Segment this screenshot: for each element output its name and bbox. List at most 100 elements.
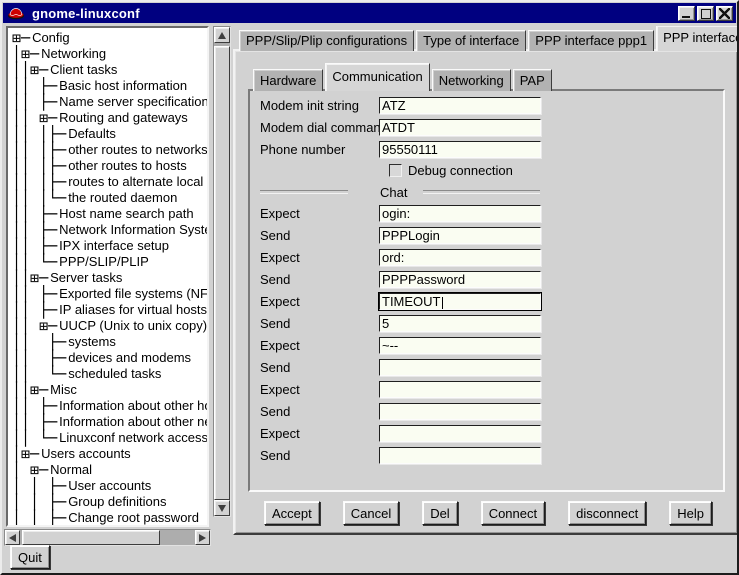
tree-item-devices-and-modems[interactable]: ││ ├─devices and modems [12,350,207,366]
vertical-scrollbar-thumb[interactable] [214,46,230,500]
subtab-1-communication[interactable]: Communication [325,63,429,91]
maximize-button[interactable] [697,6,714,21]
tree-item-scheduled-tasks[interactable]: ││ └─scheduled tasks [12,366,207,382]
tab-0-ppp-slip-plip-configurations[interactable]: PPP/Slip/Plip configurations [239,30,414,51]
send-input-11[interactable] [379,447,541,464]
tree-item-name-server-specification[interactable]: ││ ├─Name server specification ( [12,94,207,110]
tree-horizontal-scrollbar[interactable] [4,529,211,546]
tree-item-uucp-unix-to-unix-copy[interactable]: ││ ⊞─UUCP (Unix to unix copy) [12,318,207,334]
tree-item-label: other routes to networks [66,142,207,158]
tree-vertical-scrollbar[interactable] [213,26,231,517]
chat-row: Send [260,403,723,420]
tree-item-client-tasks[interactable]: ││⊞─Client tasks [12,62,207,78]
tree-connector: ││ ├─ [12,398,57,414]
scroll-left-button[interactable] [5,530,20,545]
tree-item-information-about-other-host[interactable]: ││ ├─Information about other host [12,398,207,414]
tree-connector: ││ ├─ [12,94,57,110]
send-label: Send [260,360,379,375]
disconnect-button[interactable]: disconnect [568,501,646,525]
send-input-7[interactable] [379,359,541,376]
send-input-9[interactable] [379,403,541,420]
tree-item-label: devices and modems [66,350,191,366]
tree-item-systems[interactable]: ││ ├─systems [12,334,207,350]
phone-number-input[interactable]: 95550111 [379,141,541,158]
send-input-5[interactable]: 5 [379,315,541,332]
tree-item-label: PPP/SLIP/PLIP [57,254,149,270]
chat-section-label: Chat [380,185,407,200]
expect-input-2[interactable]: ord: [379,249,541,266]
expect-input-10[interactable] [379,425,541,442]
minimize-button[interactable] [678,6,695,21]
tree-item-label: Server tasks [48,270,122,286]
chat-script-rows: Expectogin:SendPPPLoginExpectord:SendPPP… [260,205,723,464]
tab-3-ppp-interface-ppp1[interactable]: PPP interface ppp1 [656,26,739,51]
debug-connection-checkbox[interactable] [389,164,402,177]
tree-item-change-root-password[interactable]: │ │ ├─Change root password [12,510,207,526]
expect-label: Expect [260,294,379,309]
tree-connector: │⊞─ [12,46,39,62]
expect-input-6[interactable]: ~-- [379,337,541,354]
tree-item-server-tasks[interactable]: ││⊞─Server tasks [12,270,207,286]
chat-row: Send [260,447,723,464]
tree-item-group-definitions[interactable]: │ │ ├─Group definitions [12,494,207,510]
scroll-right-button[interactable] [195,530,210,545]
tree-connector: ││ ├─ [12,222,57,238]
tree-item-other-routes-to-hosts[interactable]: ││ │├─other routes to hosts [12,158,207,174]
titlebar: gnome-linuxconf [3,3,736,23]
tree-item-ip-aliases-for-virtual-hosts[interactable]: ││ ├─IP aliases for virtual hosts [12,302,207,318]
tree-connector: ││ └─ [12,254,57,270]
connect-button[interactable]: Connect [481,501,545,525]
chat-row: Expect [260,425,723,442]
horizontal-scrollbar-thumb[interactable] [22,530,160,545]
chat-section-divider: Chat [260,184,540,200]
tree-item-ipx-interface-setup[interactable]: ││ ├─IPX interface setup [12,238,207,254]
send-input-3[interactable]: PPPPassword [379,271,541,288]
help-button[interactable]: Help [669,501,712,525]
subtab-0-hardware[interactable]: Hardware [253,69,323,91]
tree-item-normal[interactable]: │ ⊞─Normal [12,462,207,478]
close-button[interactable] [716,6,733,21]
modem-dial-command-input[interactable]: ATDT [379,119,541,136]
send-label: Send [260,272,379,287]
quit-button[interactable]: Quit [10,545,50,569]
del-button[interactable]: Del [422,501,458,525]
tree-item-label: scheduled tasks [66,366,161,382]
tree-item-label: Information about other host [57,398,209,414]
tree-item-label: Host name search path [57,206,193,222]
scroll-up-button[interactable] [214,27,230,43]
config-tree: ⊞─Config│⊞─Networking││⊞─Client tasks││ … [6,26,209,527]
expect-input-8[interactable] [379,381,541,398]
tree-connector: ││⊞─ [12,270,48,286]
tab-1-type-of-interface[interactable]: Type of interface [416,30,526,51]
tree-item-information-about-other-netw[interactable]: ││ ├─Information about other netw [12,414,207,430]
tree-item-routes-to-alternate-local-ne[interactable]: ││ │├─routes to alternate local ne [12,174,207,190]
tree-item-network-information-system[interactable]: ││ ├─Network Information System [12,222,207,238]
tree-item-ppp-slip-plip[interactable]: ││ └─PPP/SLIP/PLIP [12,254,207,270]
tree-item-linuxconf-network-access[interactable]: ││ └─Linuxconf network access [12,430,207,446]
tree-item-basic-host-information[interactable]: ││ ├─Basic host information [12,78,207,94]
tree-item-misc[interactable]: ││⊞─Misc [12,382,207,398]
phone-number-label: Phone number [260,142,379,157]
subtab-2-networking[interactable]: Networking [432,69,511,91]
tab-2-ppp-interface-ppp1[interactable]: PPP interface ppp1 [528,30,654,51]
expect-input-4[interactable]: TIMEOUT [379,293,541,310]
tree-connector: ││ ├─ [12,414,57,430]
cancel-button[interactable]: Cancel [343,501,399,525]
expect-input-0[interactable]: ogin: [379,205,541,222]
tree-item-users-accounts[interactable]: │⊞─Users accounts [12,446,207,462]
tree-item-user-accounts[interactable]: │ │ ├─User accounts [12,478,207,494]
subtab-3-pap[interactable]: PAP [513,69,552,91]
modem-init-string-input[interactable]: ATZ [379,97,541,114]
scroll-down-button[interactable] [214,500,230,516]
tree-item-routing-and-gateways[interactable]: ││ ⊞─Routing and gateways [12,110,207,126]
tree-item-networking[interactable]: │⊞─Networking [12,46,207,62]
accept-button[interactable]: Accept [264,501,320,525]
tree-item-host-name-search-path[interactable]: ││ ├─Host name search path [12,206,207,222]
send-input-1[interactable]: PPPLogin [379,227,541,244]
tree-item-defaults[interactable]: ││ │├─Defaults [12,126,207,142]
tree-item-the-routed-daemon[interactable]: ││ │└─the routed daemon [12,190,207,206]
tree-item-other-routes-to-networks[interactable]: ││ │├─other routes to networks [12,142,207,158]
tree-item-exported-file-systems-nfs[interactable]: ││ ├─Exported file systems (NFS) [12,286,207,302]
tree-item-config[interactable]: ⊞─Config [12,30,207,46]
tree-item-label: the routed daemon [66,190,177,206]
